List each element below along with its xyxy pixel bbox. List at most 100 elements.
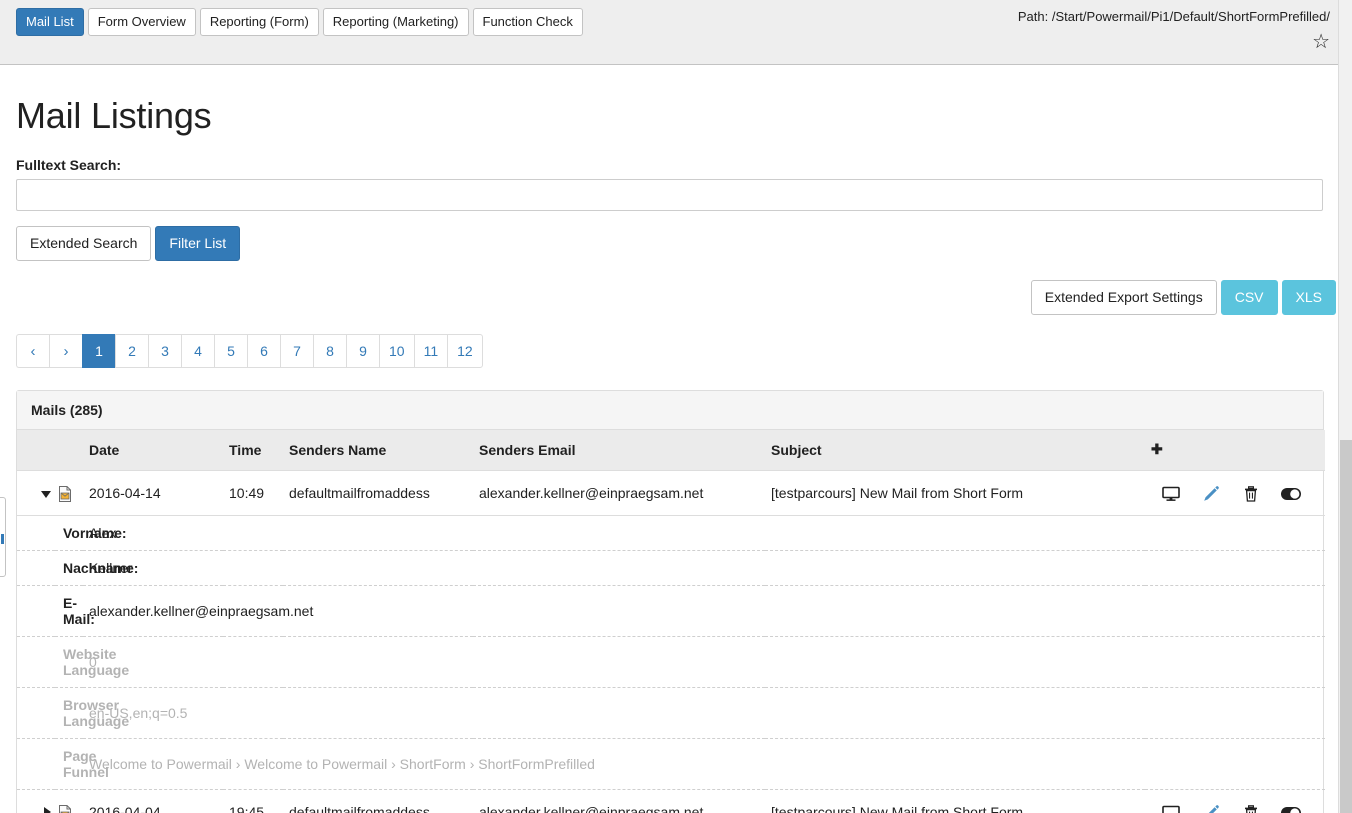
star-outline-icon[interactable]: ☆ xyxy=(1312,32,1330,52)
pagination-page-2[interactable]: 2 xyxy=(115,334,148,368)
row-senders-name: defaultmailfromaddess xyxy=(283,471,473,516)
pagination-next[interactable]: › xyxy=(49,334,82,368)
mail-record-icon xyxy=(57,805,73,813)
extended-search-button[interactable]: Extended Search xyxy=(16,226,151,261)
module-body: Mail Listings Fulltext Search: Extended … xyxy=(0,65,1352,813)
row-actions xyxy=(1145,471,1325,516)
left-edge-widget-accent xyxy=(1,534,4,544)
edit-pencil-icon[interactable] xyxy=(1191,485,1231,502)
pagination-page-11[interactable]: 11 xyxy=(414,334,448,368)
add-record-icon[interactable] xyxy=(1311,804,1325,813)
filter-list-button[interactable]: Filter List xyxy=(155,226,240,261)
module-tab-form-overview[interactable]: Form Overview xyxy=(88,8,196,36)
mails-table-body: 2016-04-1410:49defaultmailfromaddessalex… xyxy=(17,471,1325,813)
module-tab-bar: Mail ListForm OverviewReporting (Form)Re… xyxy=(16,8,583,36)
pagination-page-3[interactable]: 3 xyxy=(148,334,181,368)
fulltext-search-input[interactable] xyxy=(16,179,1323,211)
th-expand xyxy=(17,430,55,471)
table-row[interactable]: 2016-04-0419:45defaultmailfromaddessalex… xyxy=(17,789,1325,813)
preview-icon[interactable] xyxy=(1151,485,1191,502)
module-tab-function-check[interactable]: Function Check xyxy=(473,8,583,36)
row-senders-name: defaultmailfromaddess xyxy=(283,789,473,813)
th-senders-email: Senders Email xyxy=(473,430,765,471)
detail-row: Page FunnelWelcome to Powermail › Welcom… xyxy=(17,738,1325,789)
detail-value: Alex xyxy=(83,515,1325,550)
th-time: Time xyxy=(223,430,283,471)
toggle-visibility-icon[interactable] xyxy=(1271,485,1311,501)
preview-icon[interactable] xyxy=(1151,804,1191,813)
pagination-page-10[interactable]: 10 xyxy=(379,334,414,368)
row-date: 2016-04-14 xyxy=(83,471,223,516)
export-csv-button[interactable]: CSV xyxy=(1221,280,1278,315)
mail-record-icon xyxy=(57,486,73,502)
detail-row: Vorname:Alex xyxy=(17,515,1325,550)
left-edge-widget-stub xyxy=(0,497,6,577)
export-xls-button[interactable]: XLS xyxy=(1282,280,1336,315)
detail-value: Kellner xyxy=(83,550,1325,585)
detail-label: Vorname: xyxy=(17,515,83,550)
edit-pencil-icon[interactable] xyxy=(1191,804,1231,813)
pagination-page-1[interactable]: 1 xyxy=(82,334,115,368)
th-senders-name: Senders Name xyxy=(283,430,473,471)
pagination-page-4[interactable]: 4 xyxy=(181,334,214,368)
mails-panel: Mails (285) Date Time Senders Name Sende… xyxy=(16,390,1324,813)
module-tab-reporting-form[interactable]: Reporting (Form) xyxy=(200,8,319,36)
row-actions xyxy=(1145,789,1325,813)
th-date[interactable]: Date xyxy=(83,430,223,471)
scrollbar-thumb[interactable] xyxy=(1340,440,1352,813)
detail-value: Welcome to Powermail › Welcome to Powerm… xyxy=(83,738,1325,789)
module-tab-reporting-marketing[interactable]: Reporting (Marketing) xyxy=(323,8,469,36)
table-row[interactable]: 2016-04-1410:49defaultmailfromaddessalex… xyxy=(17,471,1325,516)
page-title: Mail Listings xyxy=(16,95,1336,137)
detail-row: Website Language0 xyxy=(17,636,1325,687)
delete-trash-icon[interactable] xyxy=(1231,804,1271,813)
detail-label: Page Funnel xyxy=(17,738,83,789)
detail-label: Browser Language xyxy=(17,687,83,738)
add-record-header-icon[interactable]: ✚ xyxy=(1145,430,1325,471)
pagination-page-7[interactable]: 7 xyxy=(280,334,313,368)
pagination-page-6[interactable]: 6 xyxy=(247,334,280,368)
detail-value: en-US,en;q=0.5 xyxy=(83,687,1325,738)
chevron-right-icon[interactable] xyxy=(44,807,51,813)
detail-label: Website Language xyxy=(17,636,83,687)
th-subject[interactable]: Subject xyxy=(765,430,1145,471)
row-senders-email: alexander.kellner@einpraegsam.net xyxy=(473,789,765,813)
mails-table-head: Date Time Senders Name Senders Email Sub… xyxy=(17,430,1325,471)
page-path: Path: /Start/Powermail/Pi1/Default/Short… xyxy=(966,9,1330,24)
row-time: 19:45 xyxy=(223,789,283,813)
export-button-row: Extended Export Settings CSV XLS xyxy=(16,280,1336,315)
row-record-icon-cell xyxy=(55,471,83,516)
row-expand-toggle[interactable] xyxy=(17,471,55,516)
detail-label: E-Mail: xyxy=(17,585,83,636)
extended-export-settings-button[interactable]: Extended Export Settings xyxy=(1031,280,1217,315)
delete-trash-icon[interactable] xyxy=(1231,485,1271,502)
module-docheader: Mail ListForm OverviewReporting (Form)Re… xyxy=(0,0,1352,65)
mails-table: Date Time Senders Name Senders Email Sub… xyxy=(17,430,1325,813)
detail-value: 0 xyxy=(83,636,1325,687)
detail-row: Browser Languageen-US,en;q=0.5 xyxy=(17,687,1325,738)
filter-button-row: Extended Search Filter List xyxy=(16,226,1336,261)
row-subject: [testparcours] New Mail from Short Form xyxy=(765,789,1145,813)
row-record-icon-cell xyxy=(55,789,83,813)
module-tab-mail-list[interactable]: Mail List xyxy=(16,8,84,36)
mails-table-header-row: Date Time Senders Name Senders Email Sub… xyxy=(17,430,1325,471)
toggle-visibility-icon[interactable] xyxy=(1271,804,1311,813)
page-path-box: Path: /Start/Powermail/Pi1/Default/Short… xyxy=(966,0,1342,64)
detail-value: alexander.kellner@einpraegsam.net xyxy=(83,585,1325,636)
pagination-prev[interactable]: ‹ xyxy=(16,334,49,368)
chevron-down-icon[interactable] xyxy=(41,491,51,498)
pagination-page-9[interactable]: 9 xyxy=(346,334,379,368)
pagination-page-5[interactable]: 5 xyxy=(214,334,247,368)
page-vertical-scrollbar[interactable] xyxy=(1338,0,1352,813)
pagination-page-8[interactable]: 8 xyxy=(313,334,346,368)
mails-panel-heading: Mails (285) xyxy=(17,391,1323,430)
row-expand-toggle[interactable] xyxy=(17,789,55,813)
row-time: 10:49 xyxy=(223,471,283,516)
row-date: 2016-04-04 xyxy=(83,789,223,813)
detail-label: Nachname: xyxy=(17,550,83,585)
add-record-icon[interactable] xyxy=(1311,485,1325,502)
pagination: ‹›123456789101112 xyxy=(16,334,1336,368)
row-senders-email: alexander.kellner@einpraegsam.net xyxy=(473,471,765,516)
pagination-page-12[interactable]: 12 xyxy=(447,334,483,368)
detail-row: E-Mail:alexander.kellner@einpraegsam.net xyxy=(17,585,1325,636)
